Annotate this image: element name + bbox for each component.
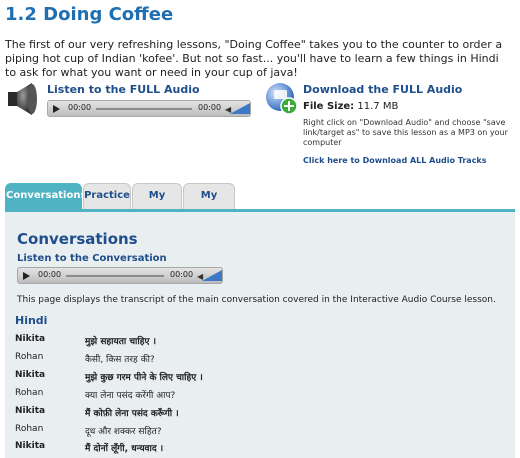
line-text: कैसी, किस तरह की?: [85, 355, 155, 365]
speaker-name: Nikita: [15, 441, 46, 451]
full-audio-title: Listen to the FULL Audio: [47, 83, 200, 96]
conversation-panel: Conversations Listen to the Conversation…: [5, 209, 515, 458]
speaker-name: Nikita: [15, 406, 46, 416]
download-icon[interactable]: [265, 82, 299, 116]
speaker-name: Rohan: [15, 388, 44, 398]
line-text: क्या लेना पसंद करेंगी आप?: [85, 391, 176, 401]
transcript-description: This page displays the transcript of the…: [17, 295, 496, 305]
file-size-label: File Size:: [303, 101, 355, 112]
lesson-intro: The first of our very refreshing lessons…: [5, 38, 503, 79]
line-text: मैं दोनों लूँगी, धन्यवाद ।: [85, 444, 164, 454]
line-text: मुझे सहायता चाहिए ।: [85, 337, 157, 347]
file-size: File Size: 11.7 MB: [303, 101, 398, 112]
volume-slider[interactable]: [202, 270, 222, 281]
tab-my-level[interactable]: My Level: [132, 183, 182, 225]
file-size-value: 11.7 MB: [357, 101, 399, 112]
download-all-link[interactable]: Click here to Download ALL Audio Tracks: [303, 156, 487, 165]
tab-my-notes[interactable]: My Notes: [183, 183, 235, 225]
line-text: दूध और शक्कर सहित?: [85, 427, 162, 437]
audio-progress-track[interactable]: [96, 108, 192, 110]
panel-heading: Conversations: [17, 230, 138, 248]
speaker-name: Nikita: [15, 334, 46, 344]
audio-total-time: 00:00: [170, 270, 194, 279]
full-audio-player[interactable]: 00:00 00:00 ◀: [47, 100, 251, 117]
tab-conversations[interactable]: Conversations: [5, 183, 86, 209]
audio-total-time: 00:00: [198, 103, 222, 112]
play-icon[interactable]: [23, 272, 30, 280]
speaker-name: Nikita: [15, 370, 46, 380]
volume-slider[interactable]: [230, 103, 250, 114]
line-text: मैं कोफ़ी लेना पसंद करूँगी ।: [85, 409, 179, 419]
page-title: 1.2 Doing Coffee: [5, 4, 174, 25]
speaker-name: Rohan: [15, 424, 44, 434]
line-text: मुझे कुछ गरम पीने के लिए चाहिए ।: [85, 373, 203, 383]
speaker-name: Rohan: [15, 352, 44, 362]
audio-current-time: 00:00: [38, 270, 62, 279]
listen-conversation-title: Listen to the Conversation: [17, 253, 167, 264]
speaker-icon: [8, 83, 37, 115]
download-note: Right click on "Download Audio" and choo…: [303, 118, 508, 147]
conversation-player[interactable]: 00:00 00:00 ◀: [17, 267, 223, 284]
audio-progress-track[interactable]: [66, 275, 164, 277]
play-icon[interactable]: [53, 105, 60, 113]
language-heading: Hindi: [15, 314, 48, 327]
audio-current-time: 00:00: [68, 103, 92, 112]
tab-practice[interactable]: Practice: [83, 183, 131, 209]
download-title[interactable]: Download the FULL Audio: [303, 83, 462, 96]
